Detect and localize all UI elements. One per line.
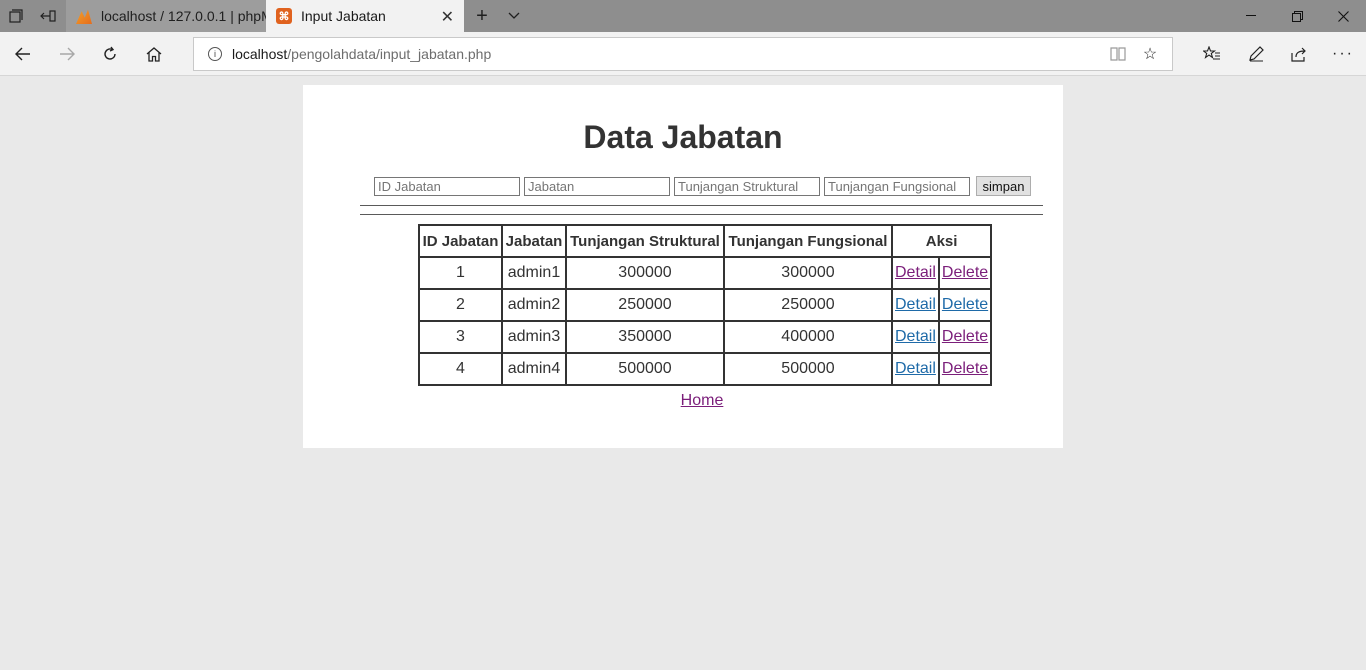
tab-actions-icon[interactable] (0, 0, 32, 32)
delete-link[interactable]: Delete (942, 328, 988, 345)
browser-tab-bar: localhost / 127.0.0.1 | phpM ⌘ Input Jab… (0, 0, 1366, 32)
header-tunjangan-fungsional: Tunjangan Fungsional (724, 225, 892, 257)
detail-link[interactable]: Detail (895, 264, 936, 281)
chevron-down-icon[interactable] (498, 0, 530, 32)
cell-fungsional: 500000 (724, 353, 892, 385)
divider-top (360, 205, 1043, 206)
more-menu-icon[interactable]: ··· (1323, 38, 1363, 70)
cell-struktural: 250000 (566, 289, 724, 321)
cell-delete: Delete (938, 353, 992, 385)
cell-detail: Detail (892, 321, 939, 353)
detail-link[interactable]: Detail (895, 296, 936, 313)
back-arrow-icon[interactable] (3, 38, 43, 70)
browser-nav-bar: i localhost/pengolahdata/input_jabatan.p… (0, 32, 1366, 76)
share-icon[interactable] (1279, 38, 1319, 70)
header-id-jabatan: ID Jabatan (419, 225, 502, 257)
tunjangan-fungsional-input[interactable] (824, 176, 970, 196)
cell-id: 3 (419, 321, 502, 353)
phpmyadmin-icon (76, 9, 92, 24)
cell-detail: Detail (892, 257, 939, 289)
window-close-icon[interactable] (1320, 0, 1366, 32)
home-icon[interactable] (134, 38, 174, 70)
page-container: Data Jabatan simpan ID Jabatan Jabatan T… (303, 85, 1063, 448)
cell-id: 2 (419, 289, 502, 321)
cell-struktural: 500000 (566, 353, 724, 385)
cell-detail: Detail (892, 353, 939, 385)
cell-id: 1 (419, 257, 502, 289)
detail-link[interactable]: Detail (895, 360, 936, 377)
home-link-container: Home (303, 392, 1101, 410)
header-jabatan: Jabatan (502, 225, 566, 257)
minimize-icon[interactable] (1228, 0, 1274, 32)
input-jabatan-form: simpan (374, 176, 1031, 196)
header-aksi: Aksi (892, 225, 992, 257)
delete-link[interactable]: Delete (942, 264, 988, 281)
reading-view-icon[interactable] (1102, 38, 1134, 70)
cell-jabatan: admin1 (502, 257, 566, 289)
cell-delete: Delete (938, 257, 992, 289)
delete-link[interactable]: Delete (942, 296, 988, 313)
table-row: 2 admin2 250000 250000 Detail Delete (419, 289, 992, 321)
cell-fungsional: 300000 (724, 257, 892, 289)
cell-detail: Detail (892, 289, 939, 321)
address-path: /pengolahdata/input_jabatan.php (287, 46, 492, 62)
favorite-star-icon[interactable]: ☆ (1134, 38, 1166, 70)
jabatan-table: ID Jabatan Jabatan Tunjangan Struktural … (418, 224, 993, 386)
page-title: Data Jabatan (583, 119, 783, 155)
home-link[interactable]: Home (681, 392, 724, 409)
site-info-icon[interactable]: i (208, 47, 222, 61)
cell-jabatan: admin2 (502, 289, 566, 321)
table-header-row: ID Jabatan Jabatan Tunjangan Struktural … (419, 225, 992, 257)
divider-bottom (360, 214, 1043, 215)
cell-jabatan: admin4 (502, 353, 566, 385)
address-host: localhost (232, 46, 288, 62)
close-icon[interactable]: ✕ (441, 7, 454, 27)
cell-fungsional: 400000 (724, 321, 892, 353)
cell-id: 4 (419, 353, 502, 385)
forward-arrow-icon[interactable] (47, 38, 87, 70)
table-row: 4 admin4 500000 500000 Detail Delete (419, 353, 992, 385)
cell-delete: Delete (938, 289, 992, 321)
jabatan-input[interactable] (524, 176, 670, 196)
refresh-icon[interactable] (90, 38, 130, 70)
restore-icon[interactable] (1274, 0, 1320, 32)
new-tab-icon[interactable]: + (466, 0, 498, 32)
address-bar[interactable]: i localhost/pengolahdata/input_jabatan.p… (193, 37, 1173, 71)
cell-struktural: 350000 (566, 321, 724, 353)
header-tunjangan-struktural: Tunjangan Struktural (566, 225, 724, 257)
tab-title: Input Jabatan (301, 8, 386, 24)
tab-input-jabatan[interactable]: ⌘ Input Jabatan ✕ (266, 0, 464, 32)
table-row: 1 admin1 300000 300000 Detail Delete (419, 257, 992, 289)
pen-notes-icon[interactable] (1236, 38, 1276, 70)
simpan-button[interactable]: simpan (976, 176, 1031, 196)
detail-link[interactable]: Detail (895, 328, 936, 345)
tab-phpmyadmin[interactable]: localhost / 127.0.0.1 | phpM (66, 0, 266, 32)
id-jabatan-input[interactable] (374, 176, 520, 196)
cell-jabatan: admin3 (502, 321, 566, 353)
cell-fungsional: 250000 (724, 289, 892, 321)
set-tabs-aside-icon[interactable] (32, 0, 64, 32)
tab-title: localhost / 127.0.0.1 | phpM (101, 8, 266, 24)
table-row: 3 admin3 350000 400000 Detail Delete (419, 321, 992, 353)
tunjangan-struktural-input[interactable] (674, 176, 820, 196)
cell-struktural: 300000 (566, 257, 724, 289)
cell-delete: Delete (938, 321, 992, 353)
favorites-list-icon[interactable] (1192, 38, 1232, 70)
xampp-icon: ⌘ (276, 8, 292, 24)
delete-link[interactable]: Delete (942, 360, 988, 377)
